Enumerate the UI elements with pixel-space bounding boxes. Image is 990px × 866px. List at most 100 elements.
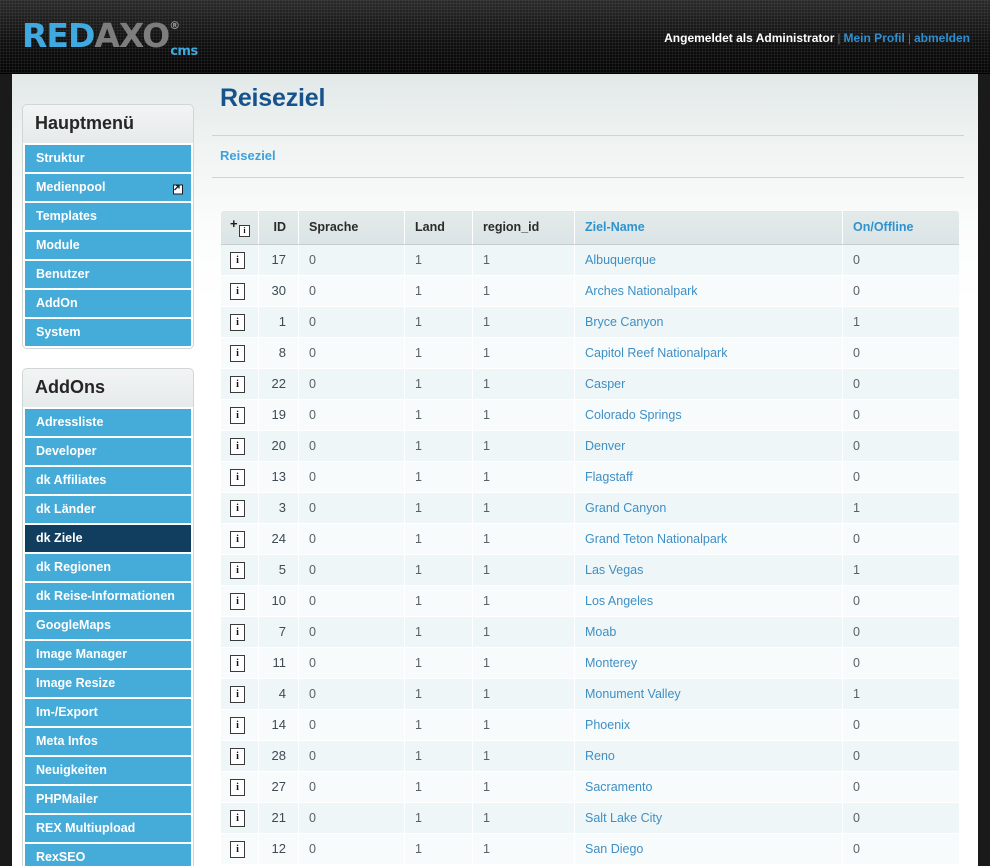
- row-info-cell: i: [221, 616, 259, 648]
- sidebar-addon-dk-regionen[interactable]: dk Regionen: [25, 554, 191, 583]
- sidebar-addon-dk-reise-informationen[interactable]: dk Reise-Informationen: [25, 583, 191, 612]
- sidebar-addon-dk-ziele[interactable]: dk Ziele: [25, 525, 191, 554]
- info-icon[interactable]: i: [230, 562, 245, 579]
- info-icon[interactable]: i: [230, 314, 245, 331]
- ziel-name-link[interactable]: Capitol Reef Nationalpark: [585, 346, 727, 360]
- sidebar-item-templates[interactable]: Templates: [25, 203, 191, 232]
- cell-on-offline: 0: [842, 275, 959, 307]
- sidebar-addon-dk-l-nder[interactable]: dk Länder: [25, 496, 191, 525]
- cell-sprache: 0: [298, 337, 405, 369]
- ziel-name-link[interactable]: Monument Valley: [585, 687, 681, 701]
- add-info-icon[interactable]: + i: [230, 216, 250, 237]
- ziel-name-link[interactable]: Flagstaff: [585, 470, 633, 484]
- sidebar-addon-googlemaps[interactable]: GoogleMaps: [25, 612, 191, 641]
- info-icon[interactable]: i: [230, 686, 245, 703]
- cell-sprache: 0: [298, 554, 405, 586]
- info-icon[interactable]: i: [230, 779, 245, 796]
- sidebar-addon-dk-affiliates[interactable]: dk Affiliates: [25, 467, 191, 496]
- sidebar-addon-adressliste[interactable]: Adressliste: [25, 409, 191, 438]
- info-icon[interactable]: i: [230, 252, 245, 269]
- ziel-name-link[interactable]: Bryce Canyon: [585, 315, 664, 329]
- ziel-name-link[interactable]: San Diego: [585, 842, 643, 856]
- row-info-cell: i: [221, 585, 259, 617]
- sidebar-item-medienpool[interactable]: Medienpool: [25, 174, 191, 203]
- ziel-name-link[interactable]: Colorado Springs: [585, 408, 682, 422]
- cell-sprache: 0: [298, 709, 405, 741]
- ziel-name-link[interactable]: Arches Nationalpark: [585, 284, 698, 298]
- sidebar-addon-image-manager[interactable]: Image Manager: [25, 641, 191, 670]
- ziel-name-link[interactable]: Salt Lake City: [585, 811, 662, 825]
- userbar-separator-1: |: [837, 31, 841, 45]
- sort-link-on-offline[interactable]: On/Offline: [853, 220, 913, 234]
- sidebar-addon-meta-infos[interactable]: Meta Infos: [25, 728, 191, 757]
- ziel-name-link[interactable]: Grand Teton Nationalpark: [585, 532, 727, 546]
- sidebar-item-benutzer[interactable]: Benutzer: [25, 261, 191, 290]
- plus-glyph: +: [230, 216, 238, 231]
- sidebar-item-struktur[interactable]: Struktur: [25, 145, 191, 174]
- redaxo-logo[interactable]: REDAXO® cms: [22, 19, 208, 58]
- cell-on-offline: 0: [842, 244, 959, 276]
- cell-region-id: 1: [472, 244, 575, 276]
- info-icon[interactable]: i: [230, 841, 245, 858]
- info-icon[interactable]: i: [230, 748, 245, 765]
- sidebar-addon-neuigkeiten[interactable]: Neuigkeiten: [25, 757, 191, 786]
- menu-item-label: AddOn: [36, 296, 78, 310]
- info-icon[interactable]: i: [230, 593, 245, 610]
- cell-region-id: 1: [472, 337, 575, 369]
- sidebar-addon-image-resize[interactable]: Image Resize: [25, 670, 191, 699]
- info-icon[interactable]: i: [230, 283, 245, 300]
- table-row: i 3 0 1 1 Grand Canyon 1: [221, 492, 959, 524]
- sidebar-addon-rex-multiupload[interactable]: REX Multiupload: [25, 815, 191, 844]
- sidebar-item-addon[interactable]: AddOn: [25, 290, 191, 319]
- ziel-name-link[interactable]: Las Vegas: [585, 563, 643, 577]
- cell-sprache: 0: [298, 306, 405, 338]
- ziel-name-link[interactable]: Casper: [585, 377, 625, 391]
- sidebar: Hauptmenü Struktur Medienpool Templates Mod…: [22, 104, 194, 866]
- info-icon[interactable]: i: [230, 717, 245, 734]
- cell-region-id: 1: [472, 368, 575, 400]
- row-info-cell: i: [221, 399, 259, 431]
- cell-region-id: 1: [472, 802, 575, 834]
- cell-on-offline: 1: [842, 492, 959, 524]
- info-icon[interactable]: i: [230, 500, 245, 517]
- row-info-cell: i: [221, 833, 259, 864]
- ziel-name-link[interactable]: Reno: [585, 749, 615, 763]
- table-row: i 4 0 1 1 Monument Valley 1: [221, 678, 959, 710]
- ziel-name-link[interactable]: Los Angeles: [585, 594, 653, 608]
- cell-on-offline: 0: [842, 585, 959, 617]
- ziel-name-link[interactable]: Albuquerque: [585, 253, 656, 267]
- sort-link-ziel-name[interactable]: Ziel-Name: [585, 220, 645, 234]
- info-icon[interactable]: i: [230, 345, 245, 362]
- cell-land: 1: [404, 833, 473, 864]
- top-header-bar: REDAXO®cms Angemeldet als Administrator |…: [0, 0, 990, 74]
- ziel-name-link[interactable]: Monterey: [585, 656, 637, 670]
- info-icon[interactable]: i: [230, 624, 245, 641]
- info-icon[interactable]: i: [230, 531, 245, 548]
- sidebar-item-system[interactable]: System: [25, 319, 191, 346]
- sidebar-addon-phpmailer[interactable]: PHPMailer: [25, 786, 191, 815]
- info-icon[interactable]: i: [230, 407, 245, 424]
- cell-ziel-name: Colorado Springs: [574, 399, 843, 431]
- sidebar-addon-developer[interactable]: Developer: [25, 438, 191, 467]
- subnav-item-reiseziel[interactable]: Reiseziel: [220, 148, 276, 163]
- info-icon[interactable]: i: [230, 376, 245, 393]
- ziel-name-link[interactable]: Denver: [585, 439, 625, 453]
- ziel-name-link[interactable]: Grand Canyon: [585, 501, 666, 515]
- external-link-icon[interactable]: [170, 181, 183, 194]
- sidebar-addon-im-export[interactable]: Im-/Export: [25, 699, 191, 728]
- info-icon[interactable]: i: [230, 438, 245, 455]
- table-row: i 12 0 1 1 San Diego 0: [221, 833, 959, 864]
- info-icon[interactable]: i: [230, 810, 245, 827]
- info-icon[interactable]: i: [230, 655, 245, 672]
- my-profile-link[interactable]: Mein Profil: [844, 31, 905, 45]
- info-icon[interactable]: i: [230, 469, 245, 486]
- sidebar-item-module[interactable]: Module: [25, 232, 191, 261]
- ziel-name-link[interactable]: Sacramento: [585, 780, 652, 794]
- sidebar-addon-rexseo[interactable]: RexSEO: [25, 844, 191, 866]
- cell-sprache: 0: [298, 461, 405, 493]
- ziel-name-link[interactable]: Moab: [585, 625, 616, 639]
- ziel-name-link[interactable]: Phoenix: [585, 718, 630, 732]
- cell-sprache: 0: [298, 802, 405, 834]
- menu-item-label: Image Resize: [36, 676, 116, 690]
- logout-link[interactable]: abmelden: [914, 31, 970, 45]
